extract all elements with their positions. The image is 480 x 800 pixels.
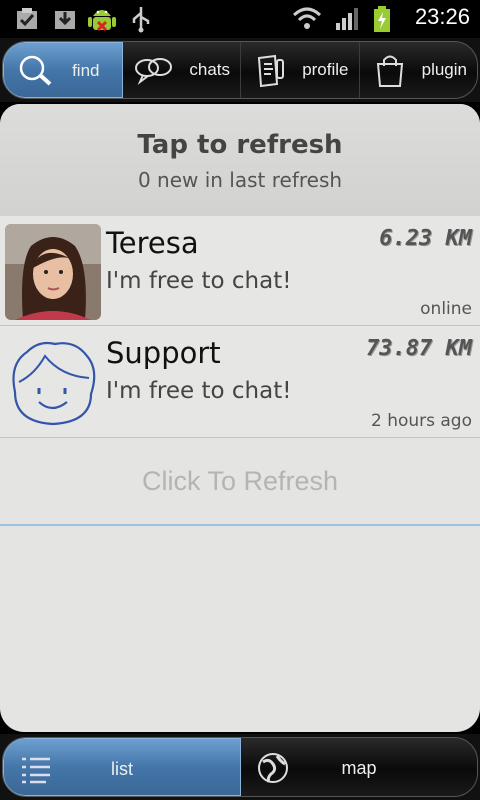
photo-avatar [5,224,101,320]
user-name: Support [106,336,221,370]
profile-card-icon [257,54,284,88]
bottom-tab-strip: list map [2,737,478,797]
refresh-title: Tap to refresh [137,130,343,160]
tab-plugin[interactable]: plugin [360,42,478,98]
bottom-tab-bar: list map [0,734,480,800]
clock: 23:26 [414,4,470,29]
refresh-subtitle: 0 new in last refresh [137,168,343,192]
tab-chats[interactable]: chats [123,42,241,98]
download-icon [55,11,75,29]
tab-plugin-label: plugin [421,60,467,79]
click-to-refresh-button[interactable]: Click To Refresh [0,438,480,526]
tab-strip: find chats profile plugin [2,41,478,99]
user-distance: 6.23 KM [379,226,472,251]
cartoon-face-avatar [5,334,101,430]
tab-map[interactable]: map [241,738,477,796]
click-to-refresh-label: Click To Refresh [141,466,339,496]
user-status-message: I'm free to chat! [106,268,292,294]
tab-map-label: map [341,758,377,778]
user-distance: 73.87 KM [366,336,472,361]
signal-icon [336,8,358,30]
user-row-support[interactable]: Support I'm free to chat! 73.87 KM 2 hou… [0,326,480,438]
tab-find-label: find [72,61,100,80]
user-status-message: I'm free to chat! [106,378,292,404]
shopping-bag-icon [376,55,403,87]
wifi-icon [292,7,322,29]
user-name: Teresa [106,226,199,260]
tab-profile[interactable]: profile [241,42,360,98]
battery-charging-icon [374,6,390,32]
user-last-seen: 2 hours ago [370,411,472,431]
tab-list-label: list [111,759,133,779]
user-last-seen: online [420,299,472,319]
refresh-header[interactable]: Tap to refresh 0 new in last refresh [0,104,480,216]
usb-icon [132,7,150,33]
status-bar: 23:26 [0,0,480,38]
tab-chats-label: chats [189,60,230,79]
tab-list[interactable]: list [3,738,241,796]
search-icon [19,55,52,86]
top-tab-bar: find chats profile plugin [0,38,480,102]
content-card: Tap to refresh 0 new in last refresh Ter… [0,104,480,732]
checklist-icon [17,8,37,29]
tab-profile-label: profile [302,60,349,79]
android-icon [88,10,116,32]
user-row-teresa[interactable]: Teresa I'm free to chat! 6.23 KM online [0,216,480,326]
tab-find[interactable]: find [3,42,123,98]
chat-bubbles-icon [134,58,172,86]
